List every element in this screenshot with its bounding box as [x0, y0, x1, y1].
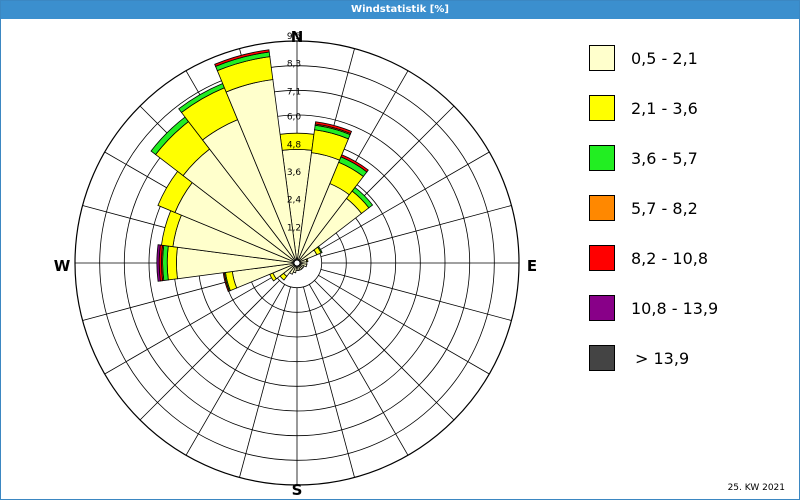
week-label: 25. KW 2021: [727, 483, 785, 493]
grid-spoke: [239, 286, 291, 478]
window-title: Windstatistik [%]: [1, 1, 799, 19]
grid-spoke: [308, 284, 409, 456]
chart-window: Windstatistik [%] 1,2 2,4 3,6 4,8 6,0 7,1 8,3 9…: [0, 0, 800, 500]
legend-item: 3,6 - 5,7: [589, 145, 789, 175]
legend-swatch: [589, 95, 615, 121]
radial-tick-label: 2,4: [287, 196, 302, 206]
legend-item: 10,8 - 13,9: [589, 295, 789, 325]
legend-item: 0,5 - 2,1: [589, 45, 789, 75]
compass-north-label: N: [291, 28, 304, 46]
polar-grid: [74, 40, 520, 486]
legend-label: 3,6 - 5,7: [631, 149, 698, 168]
legend-swatch: [589, 45, 615, 71]
grid-spoke: [320, 269, 512, 321]
grid-spoke: [139, 280, 280, 421]
legend-swatch: [589, 345, 615, 371]
grid-spoke: [314, 280, 455, 421]
legend-swatch: [589, 295, 615, 321]
grid-spoke: [104, 274, 276, 375]
radial-tick-label: 4,8: [287, 140, 302, 150]
legend-label: 0,5 - 2,1: [631, 49, 698, 68]
wind-sector-segment: [305, 258, 309, 263]
compass-west-label: W: [54, 257, 71, 275]
radial-tick-label: 6,0: [287, 113, 302, 123]
grid-spoke: [318, 274, 490, 375]
legend-label: > 13,9: [635, 349, 690, 368]
legend-item: 5,7 - 8,2: [589, 195, 789, 225]
legend-item: > 13,9: [589, 345, 789, 375]
radial-tick-label: 7,1: [287, 87, 301, 97]
wind-sectors: [150, 49, 374, 293]
legend-swatch: [589, 145, 615, 171]
legend-item: 8,2 - 10,8: [589, 245, 789, 275]
legend-swatch: [589, 245, 615, 271]
radial-tick-label: 8,3: [287, 60, 301, 70]
radial-tick-labels: 1,22,43,64,86,07,18,39,5: [287, 32, 302, 233]
legend-swatch: [589, 195, 615, 221]
grid-spoke: [303, 286, 355, 478]
radial-tick-label: 3,6: [287, 168, 302, 178]
compass-south-label: S: [292, 481, 303, 498]
compass-east-label: E: [527, 257, 537, 275]
radial-tick-label: 1,2: [287, 223, 301, 233]
legend-label: 2,1 - 3,6: [631, 99, 698, 118]
legend-label: 10,8 - 13,9: [631, 299, 719, 318]
legend-item: 2,1 - 3,6: [589, 95, 789, 125]
legend-label: 8,2 - 10,8: [631, 249, 709, 268]
grid-spoke: [185, 284, 286, 456]
wind-sector-segment: [166, 245, 178, 281]
legend-label: 5,7 - 8,2: [631, 199, 698, 218]
